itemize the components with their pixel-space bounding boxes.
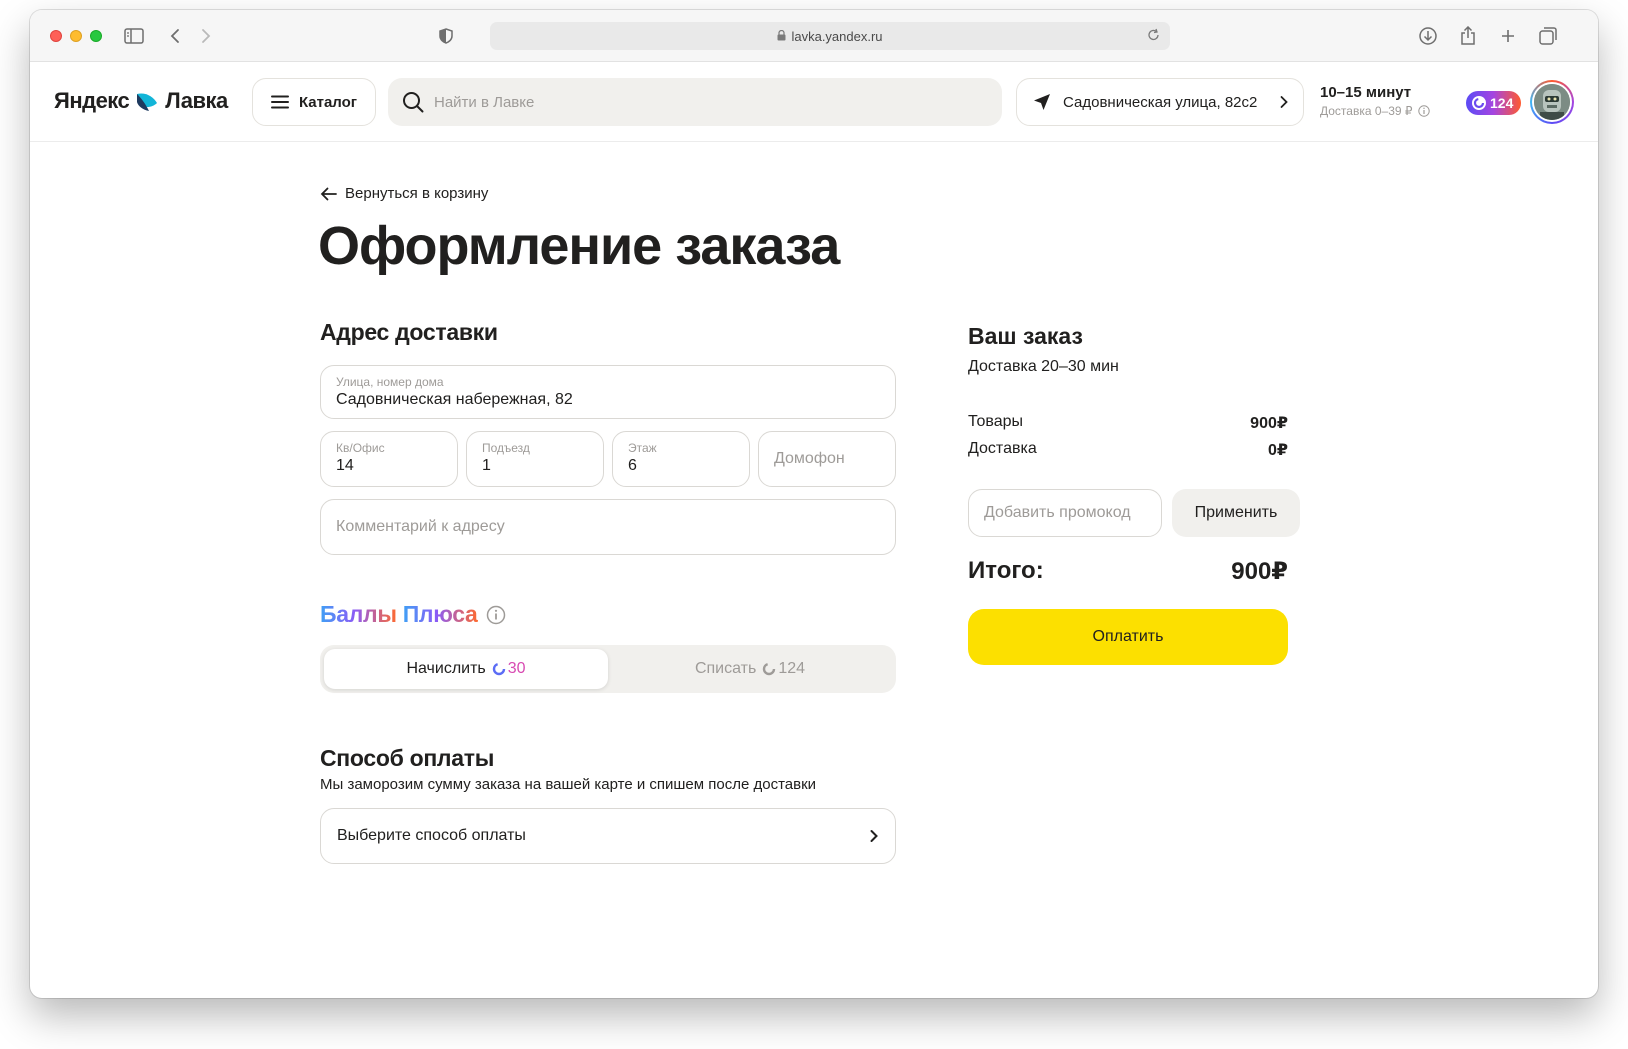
reload-icon[interactable]: [1147, 28, 1160, 45]
back-to-cart-label: Вернуться в корзину: [345, 185, 489, 202]
total-value: 900₽: [1231, 558, 1288, 585]
minimize-window-button[interactable]: [70, 30, 82, 42]
catalog-label: Каталог: [298, 93, 358, 111]
entrance-value: 1: [482, 457, 491, 474]
intercom-field[interactable]: Домофон: [758, 431, 896, 487]
promo-code-input[interactable]: Добавить промокод: [968, 489, 1162, 537]
search-box[interactable]: [388, 78, 1002, 126]
lock-icon: [777, 29, 786, 44]
floor-field[interactable]: Этаж 6: [612, 431, 750, 487]
street-label: Улица, номер дома: [336, 375, 444, 389]
delivery-value: 0₽: [1267, 442, 1288, 459]
apartment-value: 14: [336, 457, 354, 474]
plus-points-toggle: Начислить 30 Списать 124: [320, 645, 896, 693]
page-title: Оформление заказа: [318, 216, 840, 276]
arrow-left-icon: [320, 187, 337, 200]
total-label: Итого:: [968, 557, 1044, 584]
tab-overview-icon[interactable]: [1536, 24, 1560, 48]
address-comment-placeholder: Комментарий к адресу: [336, 518, 505, 535]
catalog-button[interactable]: Каталог: [252, 78, 376, 126]
download-icon[interactable]: [1416, 24, 1440, 48]
street-field[interactable]: Улица, номер дома Садовническая набережн…: [320, 365, 896, 419]
total-row: Итого: 900₽: [968, 557, 1288, 586]
avatar-image: [1534, 84, 1570, 120]
order-summary-title: Ваш заказ: [968, 323, 1083, 349]
browser-window: lavka.yandex.ru Яндекс Лавка Каталог Най…: [30, 10, 1598, 998]
search-icon: [403, 92, 424, 113]
chevron-right-icon: [870, 830, 878, 842]
menu-icon: [270, 95, 289, 109]
earn-points-count: 30: [507, 660, 526, 677]
logo-yandex: Яндекс: [54, 88, 130, 113]
spend-points-option[interactable]: Списать 124: [608, 649, 892, 689]
payment-subtitle: Мы заморозим сумму заказа на вашей карте…: [320, 776, 817, 793]
close-window-button[interactable]: [50, 30, 62, 42]
pay-button[interactable]: Оплатить: [968, 609, 1288, 665]
intercom-placeholder: Домофон: [774, 450, 845, 467]
apply-promo-button[interactable]: Применить: [1172, 489, 1300, 537]
entrance-label: Подъезд: [482, 441, 530, 455]
site-header: Яндекс Лавка Каталог Садовническая улица…: [30, 62, 1598, 142]
maximize-window-button[interactable]: [90, 30, 102, 42]
order-delivery-eta: Доставка 20–30 мин: [968, 358, 1119, 375]
user-avatar[interactable]: [1530, 80, 1574, 124]
address-button[interactable]: Садовническая улица, 82с2: [1016, 78, 1304, 126]
plus-points-title: Баллы Плюса: [320, 601, 506, 628]
delivery-time: 10–15 минут: [1320, 84, 1412, 101]
lavka-logo[interactable]: Яндекс Лавка: [54, 88, 228, 114]
plus-points-count: 124: [1490, 95, 1514, 111]
delivery-label: Доставка: [968, 440, 1037, 457]
location-arrow-icon: [1034, 94, 1050, 110]
back-nav-icon[interactable]: [163, 24, 187, 48]
logo-lavka: Лавка: [165, 88, 228, 113]
chevron-right-icon: [1280, 96, 1288, 108]
search-input[interactable]: [434, 93, 974, 111]
plus-coin-icon: [1472, 96, 1486, 110]
address-section-title: Адрес доставки: [320, 319, 498, 345]
robot-avatar-icon: [1534, 84, 1570, 120]
payment-method-label: Выберите способ оплаты: [337, 827, 526, 844]
goods-value: 900₽: [1250, 415, 1288, 432]
delivery-cost-text: Доставка 0–39 ₽: [1320, 104, 1413, 118]
payment-method-select[interactable]: Выберите способ оплаты: [320, 808, 896, 864]
earn-points-label: Начислить: [406, 660, 486, 677]
new-tab-icon[interactable]: [1496, 24, 1520, 48]
delivery-info[interactable]: 10–15 минут Доставка 0–39 ₽: [1320, 84, 1430, 118]
street-value: Садовническая набережная, 82: [336, 391, 573, 408]
address-comment-field[interactable]: Комментарий к адресу: [320, 499, 896, 555]
payment-section-title: Способ оплаты: [320, 745, 495, 771]
shield-icon[interactable]: [434, 24, 458, 48]
lavka-leaf-icon: [137, 93, 158, 111]
delivery-row: Доставка 0₽: [968, 440, 1288, 460]
goods-row: Товары 900₽: [968, 413, 1288, 433]
promo-code-placeholder: Добавить промокод: [984, 504, 1131, 521]
spend-points-label: Списать: [694, 660, 757, 677]
address-text: Садовническая улица, 82с2: [1063, 93, 1258, 111]
forward-nav-icon[interactable]: [194, 24, 218, 48]
back-to-cart-link[interactable]: Вернуться в корзину: [320, 185, 488, 202]
apartment-field[interactable]: Кв/Офис 14: [320, 431, 458, 487]
delivery-cost: Доставка 0–39 ₽: [1320, 104, 1430, 118]
browser-toolbar: lavka.yandex.ru: [30, 10, 1598, 62]
url-text: lavka.yandex.ru: [791, 28, 883, 44]
floor-label: Этаж: [628, 441, 657, 455]
url-bar[interactable]: lavka.yandex.ru: [490, 22, 1170, 50]
plus-coin-icon: [492, 662, 505, 676]
info-icon[interactable]: [486, 605, 506, 625]
spend-points-count: 124: [778, 660, 806, 677]
plus-coin-icon: [763, 662, 776, 676]
apartment-label: Кв/Офис: [336, 441, 385, 455]
plus-title-word1: Баллы: [320, 601, 397, 627]
sidebar-icon[interactable]: [122, 24, 146, 48]
earn-points-option[interactable]: Начислить 30: [324, 649, 608, 689]
checkout-page: Вернуться в корзину Оформление заказа Ад…: [30, 143, 1598, 998]
plus-title-word2: Плюса: [402, 601, 478, 627]
entrance-field[interactable]: Подъезд 1: [466, 431, 604, 487]
plus-points-badge[interactable]: 124: [1466, 91, 1522, 115]
goods-label: Товары: [968, 413, 1024, 430]
share-icon[interactable]: [1456, 24, 1480, 48]
floor-value: 6: [628, 457, 637, 474]
info-icon[interactable]: [1417, 105, 1430, 117]
